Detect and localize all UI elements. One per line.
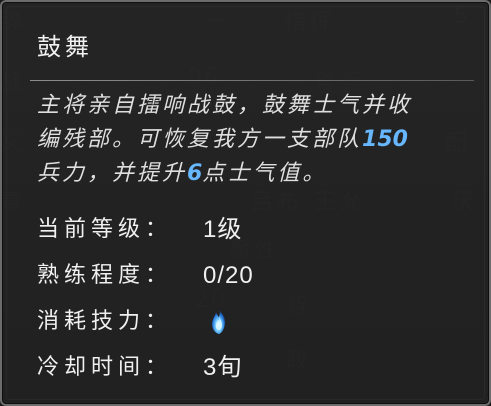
skill-cost-label: 消耗技力： bbox=[37, 309, 173, 334]
description-line: 兵力，并提升6点士气值。 bbox=[37, 157, 457, 191]
description-text: 点士气值。 bbox=[202, 161, 328, 186]
troop-recovery-value: 150 bbox=[362, 127, 408, 152]
skill-tooltip: 鼓舞 主将亲自擂响战鼓，鼓舞士气并收 编残部。可恢复我方一支部队150 兵力，并… bbox=[0, 0, 491, 406]
description-text: 主将亲自擂响战鼓，鼓舞士气并收 bbox=[37, 93, 413, 118]
description-line: 主将亲自擂响战鼓，鼓舞士气并收 bbox=[37, 89, 457, 123]
proficiency-row: 熟练程度： 0/20 bbox=[37, 256, 437, 296]
description-text: 兵力，并提升 bbox=[37, 161, 188, 186]
current-level-row: 当前等级： 1级 bbox=[37, 210, 437, 250]
blue-spirit-flame-icon bbox=[212, 309, 225, 334]
game-screen: 辞 一 指挥 5 战 96 斧兵 义 配 毒 吕布 王允 厌 魔性 20 智 政… bbox=[0, 0, 491, 406]
cooldown-row: 冷却时间： 3旬 bbox=[37, 348, 437, 388]
current-level-label: 当前等级： bbox=[37, 217, 173, 242]
skill-description: 主将亲自擂响战鼓，鼓舞士气并收 编残部。可恢复我方一支部队150 兵力，并提升6… bbox=[37, 89, 457, 191]
current-level-value: 1级 bbox=[203, 216, 243, 243]
proficiency-value: 0/20 bbox=[203, 262, 254, 289]
skill-title: 鼓舞 bbox=[37, 33, 93, 61]
proficiency-label: 熟练程度： bbox=[37, 263, 173, 288]
morale-increase-value: 6 bbox=[187, 161, 203, 186]
title-divider bbox=[30, 80, 474, 81]
description-line: 编残部。可恢复我方一支部队150 bbox=[37, 123, 457, 157]
description-text: 编残部。可恢复我方一支部队 bbox=[37, 127, 363, 152]
cooldown-value: 3旬 bbox=[203, 354, 243, 381]
cooldown-label: 冷却时间： bbox=[37, 355, 173, 380]
skill-cost-row: 消耗技力： bbox=[37, 302, 437, 342]
